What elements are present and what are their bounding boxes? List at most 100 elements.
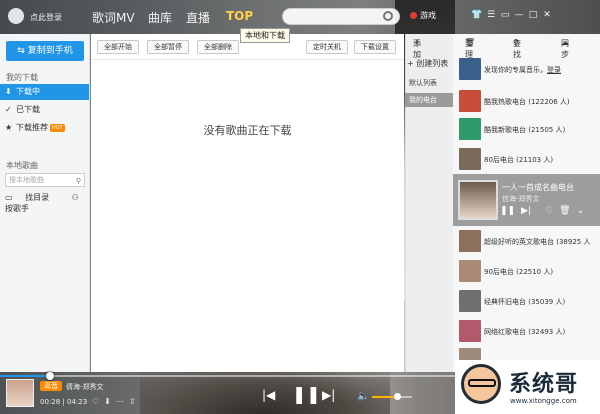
watermark-title: 系统哥 [509, 372, 579, 397]
radio-thumbnail [459, 90, 481, 112]
timed-shutdown-button[interactable]: 定时关机 [306, 40, 348, 54]
heart-icon[interactable]: ♡ [545, 206, 553, 216]
next-icon: ▶| [322, 388, 336, 402]
kuwo-logo-icon[interactable] [8, 8, 24, 24]
now-playing-cover[interactable] [6, 379, 34, 407]
volume-icon[interactable]: 🔈 [357, 391, 369, 402]
pause-button[interactable]: ❚❚ [292, 385, 321, 405]
sidebar-item-label: 已下载 [16, 105, 40, 114]
nav-top[interactable]: TOP [226, 9, 253, 23]
total-time: 04:23 [67, 398, 88, 406]
game-label: 游戏 [420, 11, 436, 20]
download-icon: ⬇ [5, 87, 12, 96]
copy-to-phone-button[interactable]: ⇆ 复制到手机 [6, 41, 84, 61]
song-title-text: 发现你的专属音乐， [484, 66, 547, 74]
list-item-title: 酷我热歌电台 (122206 人) [484, 98, 570, 106]
mini-controls: ♡ ⬇ ⋯ ⇧ [92, 397, 141, 406]
progress-fill [0, 375, 48, 377]
list-item[interactable]: 经典怀旧电台 (35039 人) [453, 288, 600, 316]
login-link[interactable]: 登录 [547, 66, 561, 74]
next-icon[interactable]: ▶| [521, 206, 531, 216]
heart-icon[interactable]: ♡ [92, 397, 99, 406]
sidebar-item-label: 下载推荐 [16, 123, 48, 132]
download-panel: 全部开始 全部暂停 全部删除 定时关机 下载设置 没有歌曲正在下载 [91, 34, 404, 372]
login-link[interactable]: 点此登录 [30, 12, 62, 23]
active-radio-title: 一人一首成名曲电台 [502, 183, 574, 192]
minimize-icon[interactable]: — [512, 10, 526, 20]
local-section-title: 本地歌曲 [6, 161, 38, 170]
copy-icon: ⇆ [17, 46, 28, 56]
list-item[interactable]: 80后电台 (21103 人) [453, 146, 600, 174]
volume-handle[interactable] [394, 393, 401, 400]
top-bar: 点此登录 歌词MV 曲库 直播 TOP 游戏 👕 ☰ ▭ — □ ✕ [0, 0, 600, 34]
share-icon[interactable]: ⇧ [129, 397, 136, 406]
copy-to-phone-label: 复制到手机 [27, 46, 73, 56]
maximize-icon[interactable]: □ [526, 10, 540, 20]
more-icon[interactable]: ⋯ [116, 397, 124, 406]
game-link[interactable]: 游戏 [410, 10, 436, 21]
chevron-down-icon[interactable]: ⌄ [577, 206, 585, 216]
game-icon [410, 12, 417, 19]
active-radio-item[interactable]: 一人一首成名曲电台 信海-郑秀文 ❚❚ ▶| ♡ 🗑 ⌄ [453, 174, 600, 226]
left-sidebar: ⇆ 复制到手机 我的下载 ⬇ 下载中 ✓ 已下载 ★ 下载推荐 HOT 本地歌曲 搜本地… [0, 34, 90, 372]
local-search-input[interactable]: 搜本地歌曲 ⚲ [5, 173, 85, 187]
list-item[interactable]: 网络红歌电台 (32493 人) [453, 318, 600, 346]
list-item-title: 酷我新歌电台 (21505 人) [484, 126, 566, 134]
skin-icon[interactable]: 👕 [470, 10, 484, 20]
sidebar-item-recommended[interactable]: ★ 下载推荐 HOT [0, 120, 89, 136]
tab-default-list[interactable]: 默认列表 [405, 76, 453, 90]
list-item[interactable]: 90后电台 (22510 人) [453, 258, 600, 286]
previous-button[interactable]: |◀ [262, 388, 275, 402]
start-all-button[interactable]: 全部开始 [97, 40, 139, 54]
close-icon[interactable]: ✕ [540, 10, 554, 20]
radio-thumbnail [459, 260, 481, 282]
mini-mode-icon[interactable]: ▭ [498, 10, 512, 20]
delete-all-button[interactable]: 全部删除 [197, 40, 239, 54]
tab-my-radio[interactable]: 我的电台 [405, 93, 453, 107]
empty-message: 没有歌曲正在下载 [203, 124, 292, 137]
pause-icon[interactable]: ❚❚ [500, 206, 515, 216]
progress-handle[interactable] [46, 372, 54, 380]
sidebar-item-label: 下载中 [16, 87, 40, 96]
radio-thumbnail [459, 320, 481, 342]
quality-badge[interactable]: 高音 [40, 381, 62, 391]
person-icon: ⚇ [71, 193, 79, 202]
sidebar-item-downloaded[interactable]: ✓ 已下载 [0, 102, 89, 118]
list-item[interactable]: 酷我热歌电台 (122206 人) [453, 88, 600, 116]
search-input[interactable] [282, 8, 400, 25]
pause-all-button[interactable]: 全部暂停 [147, 40, 189, 54]
nav-mv[interactable]: 歌词MV [92, 9, 135, 26]
playlist-header: + 添加 🗑 整理 ⚲ 查找 ☁ 同步 [413, 38, 600, 59]
volume-slider[interactable] [372, 393, 412, 400]
nav-live[interactable]: 直播 [186, 9, 210, 26]
local-search-placeholder: 搜本地歌曲 [9, 176, 44, 184]
next-button[interactable]: ▶| [322, 388, 335, 402]
list-item[interactable]: 超级好听的英文歌电台 (38925 人 [453, 228, 600, 256]
add-label: 添加 [413, 39, 421, 59]
download-icon[interactable]: ⬇ [104, 397, 111, 406]
create-list-label: 创建列表 [416, 59, 449, 68]
current-time: 00:28 [40, 398, 61, 406]
radio-thumbnail [459, 290, 481, 312]
volume-fill [372, 396, 396, 398]
list-item[interactable]: 发现你的专属音乐，登录 [453, 56, 600, 84]
active-radio-subtitle: 信海-郑秀文 [502, 195, 540, 203]
list-item-title: 发现你的专属音乐，登录 [484, 65, 561, 75]
find-directory-label: 找目录 [25, 193, 50, 202]
search-icon[interactable] [383, 11, 393, 21]
list-item-title: 90后电台 (22510 人) [484, 268, 554, 276]
search-icon[interactable]: ⚲ [76, 175, 81, 187]
radio-thumbnail [459, 118, 481, 140]
download-settings-button[interactable]: 下载设置 [354, 40, 396, 54]
find-directory-button[interactable]: ▭ 找目录 [5, 193, 59, 202]
menu-icon[interactable]: ☰ [484, 10, 498, 20]
list-item[interactable]: 酷我新歌电台 (21505 人) [453, 116, 600, 144]
trash-icon[interactable]: 🗑 [559, 206, 570, 216]
by-singer-label: 按歌手 [5, 204, 29, 213]
nav-library[interactable]: 曲库 [148, 9, 172, 26]
list-item-title: 网络红歌电台 (32493 人) [484, 328, 566, 336]
radio-controls: ❚❚ ▶| ♡ 🗑 ⌄ [500, 206, 590, 216]
plus-icon: + [407, 59, 417, 68]
sidebar-item-downloading[interactable]: ⬇ 下载中 [0, 84, 89, 100]
watermark-url: www.xitongge.com [510, 397, 577, 405]
